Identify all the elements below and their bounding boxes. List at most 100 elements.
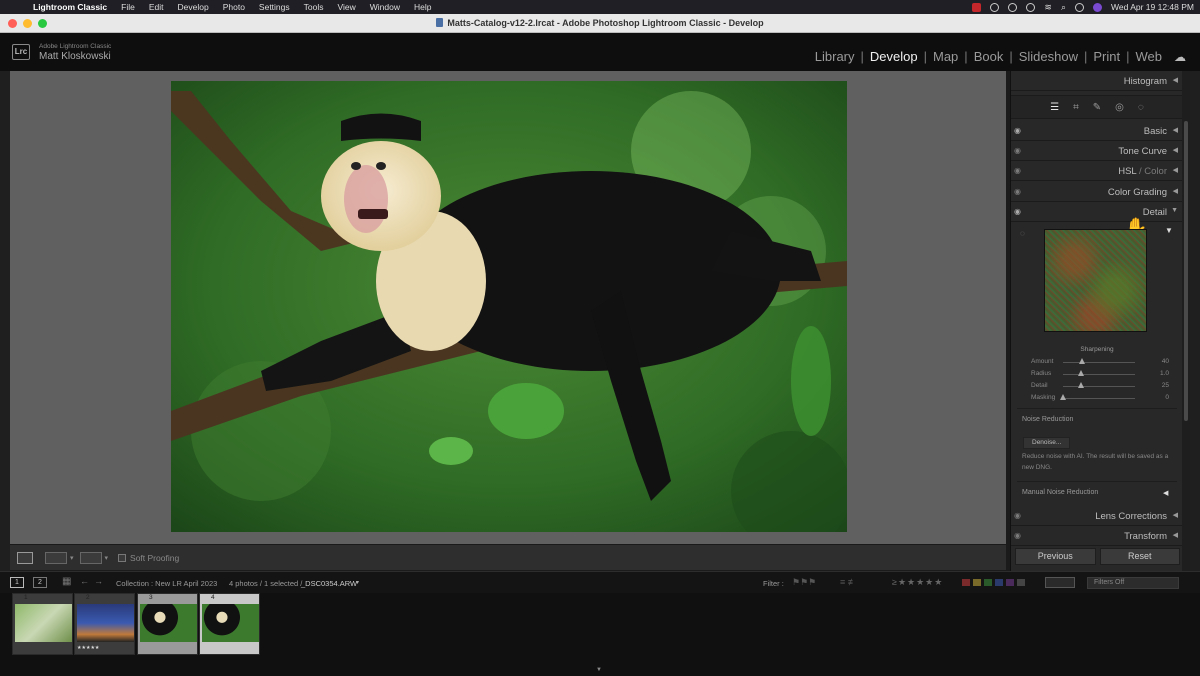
filmstrip-thumbnail[interactable]: 3 [137, 593, 198, 655]
amount-value[interactable]: 40 [1162, 358, 1169, 365]
eye-icon[interactable]: ◉ [1014, 126, 1021, 135]
datetime[interactable]: Wed Apr 19 12:48 PM [1111, 2, 1194, 12]
menu-photo[interactable]: Photo [216, 2, 252, 12]
module-book[interactable]: Book [972, 49, 1006, 64]
filmstrip-thumbnail-selected[interactable]: 4 [199, 593, 260, 655]
slider-thumb[interactable] [1079, 358, 1086, 364]
control-center-icon[interactable] [1074, 2, 1084, 12]
kind-filter-icon[interactable] [1045, 577, 1075, 588]
edit-filter-icon[interactable]: ≡ ≢ [840, 577, 857, 587]
left-panel-collapsed[interactable] [0, 71, 10, 571]
triangle-left-icon[interactable]: ◀ [1163, 489, 1168, 497]
basic-panel-header[interactable]: ◉ Basic ◀ [1011, 121, 1183, 141]
forward-arrow-icon[interactable]: → [94, 576, 103, 586]
play-icon[interactable] [1008, 2, 1018, 12]
siri-icon[interactable] [1092, 2, 1102, 12]
menu-edit[interactable]: Edit [142, 2, 171, 12]
radius-slider[interactable]: Radius 1.0 [1011, 369, 1183, 379]
eye-icon[interactable]: ◉ [1014, 146, 1021, 155]
detail-panel-header[interactable]: ◉ Detail ▼ [1011, 202, 1183, 222]
healing-icon[interactable]: ✎ [1093, 102, 1101, 113]
scrollbar-thumb[interactable] [1184, 121, 1188, 421]
red-label-filter[interactable] [962, 579, 970, 586]
hsl-color-panel-header[interactable]: ◉ HSL / Color ◀ [1011, 161, 1183, 181]
chevron-down-icon[interactable]: ▾ [70, 554, 74, 562]
reset-button[interactable]: Reset [1099, 548, 1180, 565]
detail-slider[interactable]: Detail 25 [1011, 381, 1183, 391]
module-print[interactable]: Print [1091, 49, 1122, 64]
detail-preview-loupe[interactable] [1044, 229, 1147, 332]
red-eye-icon[interactable]: ◎ [1115, 102, 1124, 113]
triangle-down-icon[interactable]: ▼ [1165, 226, 1173, 235]
previous-button[interactable]: Previous [1015, 548, 1096, 565]
purple-label-filter[interactable] [1006, 579, 1014, 586]
right-panel-scrollbar[interactable] [1182, 71, 1190, 571]
histogram-panel-header[interactable]: Histogram ◀ [1011, 71, 1183, 91]
filmstrip-thumbnail[interactable]: 1 [12, 593, 73, 655]
green-label-filter[interactable] [984, 579, 992, 586]
yellow-label-filter[interactable] [973, 579, 981, 586]
cloud-sync-icon[interactable]: ☁ [1174, 50, 1186, 64]
before-after-swap-button[interactable] [79, 551, 102, 564]
module-library[interactable]: Library [813, 49, 857, 64]
menu-lightroom-classic[interactable]: Lightroom Classic [26, 2, 114, 12]
module-slideshow[interactable]: Slideshow [1017, 49, 1080, 64]
hsl-tab[interactable]: HSL [1118, 166, 1136, 177]
edit-sliders-icon[interactable]: ☰ [1050, 102, 1059, 113]
status-icon[interactable] [990, 2, 1000, 12]
menu-view[interactable]: View [330, 2, 362, 12]
battery-icon[interactable] [1026, 2, 1036, 12]
eye-icon[interactable]: ◉ [1014, 187, 1021, 196]
detail-value[interactable]: 25 [1162, 382, 1169, 389]
menu-window[interactable]: Window [363, 2, 407, 12]
eye-icon[interactable]: ◉ [1014, 207, 1021, 216]
filmstrip-thumbnail[interactable]: 2 ★★★★★ [74, 593, 135, 655]
manual-noise-reduction-label[interactable]: Manual Noise Reduction [1022, 489, 1098, 496]
amount-slider[interactable]: Amount 40 [1011, 357, 1183, 367]
module-develop[interactable]: Develop [868, 49, 920, 64]
menu-develop[interactable]: Develop [171, 2, 216, 12]
eye-icon[interactable]: ◉ [1014, 166, 1021, 175]
eye-icon[interactable]: ◉ [1014, 511, 1021, 520]
main-photo-capuchin-monkey[interactable] [171, 81, 847, 532]
filters-off-dropdown[interactable]: Filters Off [1087, 577, 1179, 589]
menu-tools[interactable]: Tools [297, 2, 331, 12]
wifi-icon[interactable]: ≋ [1044, 2, 1052, 13]
back-arrow-icon[interactable]: ← [80, 576, 89, 586]
target-adjust-icon[interactable]: ◌ [1020, 229, 1025, 238]
masking-slider[interactable]: Masking 0 [1011, 393, 1183, 403]
transform-panel-header[interactable]: ◉ Transform ◀ [1011, 526, 1183, 546]
chevron-down-icon[interactable]: ▾ [356, 579, 359, 586]
recording-icon[interactable] [972, 2, 982, 12]
blue-label-filter[interactable] [995, 579, 1003, 586]
slider-track[interactable] [1063, 398, 1135, 399]
chevron-down-icon[interactable]: ▾ [105, 554, 109, 562]
loupe-view-button[interactable] [17, 551, 33, 564]
filmstrip-source[interactable]: Collection : New LR April 2023 [116, 579, 217, 588]
slider-thumb[interactable] [1078, 370, 1084, 376]
soft-proofing-checkbox[interactable] [118, 553, 127, 562]
denoise-button[interactable]: Denoise... [1023, 437, 1071, 449]
grid-icon[interactable]: ▦ [62, 576, 71, 587]
lens-corrections-panel-header[interactable]: ◉ Lens Corrections ◀ [1011, 506, 1183, 526]
crop-icon[interactable]: ⌗ [1073, 102, 1079, 113]
radius-value[interactable]: 1.0 [1160, 370, 1169, 377]
main-window-button[interactable]: 1 [10, 577, 24, 588]
slider-track[interactable] [1063, 362, 1135, 363]
eye-icon[interactable]: ◉ [1014, 531, 1021, 540]
color-tab[interactable]: Color [1144, 166, 1167, 177]
rating-filter[interactable]: ≥★★★★★ [892, 577, 943, 588]
menu-settings[interactable]: Settings [252, 2, 297, 12]
no-label-filter[interactable] [1017, 579, 1025, 586]
filmstrip-toggle-icon[interactable]: ▼ [596, 667, 602, 673]
before-after-button[interactable] [45, 551, 67, 564]
search-icon[interactable]: ⌕ [1061, 2, 1066, 13]
slider-thumb[interactable] [1078, 382, 1084, 388]
color-grading-panel-header[interactable]: ◉ Color Grading ◀ [1011, 182, 1183, 202]
masking-icon[interactable]: ◌ [1138, 102, 1144, 113]
slider-track[interactable] [1063, 386, 1135, 387]
menu-file[interactable]: File [114, 2, 142, 12]
right-panel-collapse-edge[interactable] [1190, 71, 1200, 571]
module-map[interactable]: Map [931, 49, 960, 64]
second-window-button[interactable]: 2 [33, 577, 47, 588]
